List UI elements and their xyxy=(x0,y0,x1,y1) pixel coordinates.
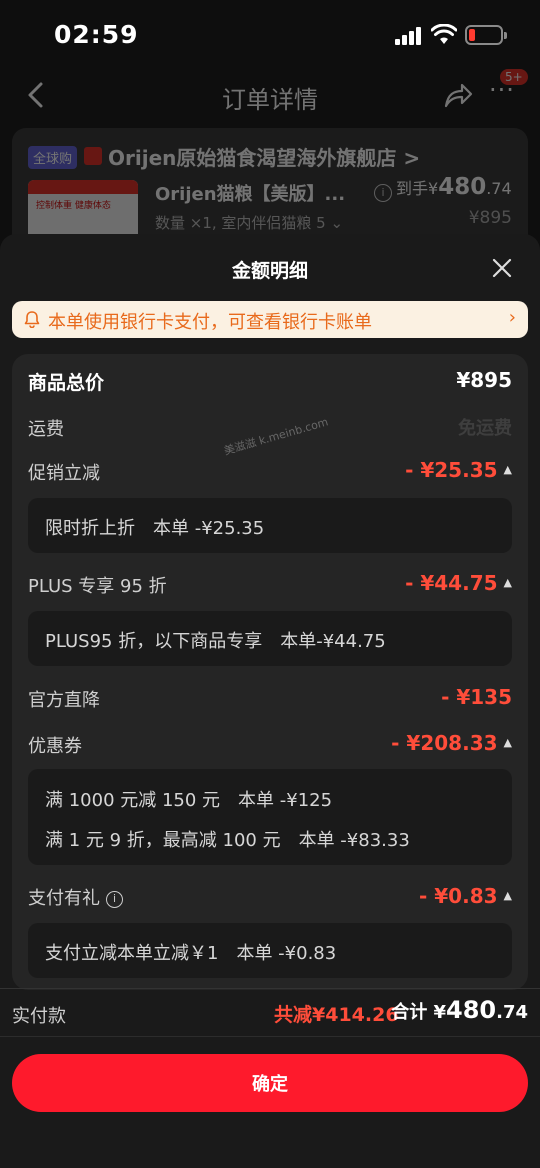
info-icon[interactable]: i xyxy=(106,891,123,908)
cellular-signal-icon xyxy=(395,27,423,45)
payment-gift-value[interactable]: - ¥0.83 ▲ xyxy=(419,884,512,908)
coupon-detail-box: 满 1000 元减 150 元 本单 -¥125 满 1 元 9 折，最高减 1… xyxy=(28,769,512,865)
chevron-up-icon: ▲ xyxy=(503,889,512,902)
plus-value[interactable]: - ¥44.75 ▲ xyxy=(405,571,512,595)
official-discount-value: - ¥135 xyxy=(441,685,512,709)
bank-card-notice[interactable]: 本单使用银行卡支付，可查看银行卡账单 › xyxy=(12,301,528,338)
total-sum: 合计 ¥480.74 xyxy=(391,996,528,1024)
total-price-label: 商品总价 xyxy=(28,372,105,394)
store-card[interactable]: 全球购 Orijen原始猫食渴望海外旗舰店 > 控制体重 健康体态 Orijen… xyxy=(12,128,528,250)
info-icon[interactable]: i xyxy=(374,184,392,202)
watermark: 美滋滋 k.meinb.com xyxy=(222,415,330,458)
plus-detail-box: PLUS95 折，以下商品专享 本单-¥44.75 xyxy=(28,611,512,666)
original-price: ¥895 xyxy=(468,208,512,228)
divider xyxy=(0,988,540,989)
wifi-icon xyxy=(431,24,457,44)
message-count-badge: 5+ xyxy=(500,69,528,85)
shipping-label: 运费 xyxy=(28,419,64,440)
plus-label: PLUS 专享 95 折 xyxy=(28,576,167,597)
shipping-value: 免运费 xyxy=(458,418,512,439)
chevron-up-icon: ▲ xyxy=(503,463,512,476)
total-savings: 共减¥414.26 xyxy=(274,1004,399,1026)
final-price: 到手¥480.74 xyxy=(396,174,512,200)
chevron-up-icon: ▲ xyxy=(503,736,512,749)
product-title[interactable]: Orijen猫粮【美版】... xyxy=(155,180,345,206)
coupon-detail-1: 满 1000 元减 150 元 本单 -¥125 xyxy=(45,790,333,811)
status-time: 02:59 xyxy=(54,20,139,49)
promo-value[interactable]: - ¥25.35 ▲ xyxy=(405,458,512,482)
confirm-button[interactable]: 确定 xyxy=(12,1054,528,1112)
official-discount-label: 官方直降 xyxy=(28,690,100,711)
total-price-value: ¥895 xyxy=(456,368,512,392)
divider xyxy=(0,1036,540,1037)
global-purchase-tag: 全球购 xyxy=(28,146,78,169)
promo-detail-box: 限时折上折 本单 -¥25.35 xyxy=(28,498,512,553)
payment-gift-label: 支付有礼 i xyxy=(28,884,123,910)
sheet-title: 金额明细 xyxy=(231,260,308,282)
actual-payment-label: 实付款 xyxy=(12,1006,66,1027)
amount-detail-card: 美滋滋 k.meinb.com 商品总价 ¥895 运费 免运费 促销立减 - … xyxy=(12,354,528,990)
close-icon[interactable] xyxy=(488,254,516,282)
coupon-detail-2: 满 1 元 9 折，最高减 100 元 本单 -¥83.33 xyxy=(45,830,410,851)
store-name[interactable]: Orijen原始猫食渴望海外旗舰店 > xyxy=(108,142,420,171)
payment-gift-detail: 支付立减本单立减￥1 本单 -¥0.83 xyxy=(45,943,337,964)
status-bar: 02:59 xyxy=(0,0,540,72)
promo-detail: 限时折上折 本单 -¥25.35 xyxy=(45,518,265,539)
coupon-value[interactable]: - ¥208.33 ▲ xyxy=(391,731,512,755)
chevron-right-icon: › xyxy=(508,307,516,328)
chevron-up-icon: ▲ xyxy=(503,576,512,589)
notice-text: 本单使用银行卡支付，可查看银行卡账单 xyxy=(48,312,372,333)
order-detail-background: 订单详情 ··· 5+ 全球购 Orijen原始猫食渴望海外旗舰店 > 控制体重… xyxy=(0,69,540,250)
plus-detail: PLUS95 折，以下商品专享 本单-¥44.75 xyxy=(45,631,386,652)
product-spec: 数量 ×1, 室内伴侣猫粮 5 ⌄ xyxy=(155,214,344,232)
promo-label: 促销立减 xyxy=(28,463,100,484)
store-logo-icon xyxy=(84,147,102,165)
share-icon[interactable] xyxy=(442,80,474,110)
coupon-label: 优惠券 xyxy=(28,736,82,757)
bell-icon xyxy=(24,311,40,328)
battery-icon xyxy=(465,25,507,45)
payment-gift-detail-box: 支付立减本单立减￥1 本单 -¥0.83 xyxy=(28,923,512,978)
amount-detail-sheet: 金额明细 本单使用银行卡支付，可查看银行卡账单 › 美滋滋 k.meinb.co… xyxy=(0,234,540,1168)
